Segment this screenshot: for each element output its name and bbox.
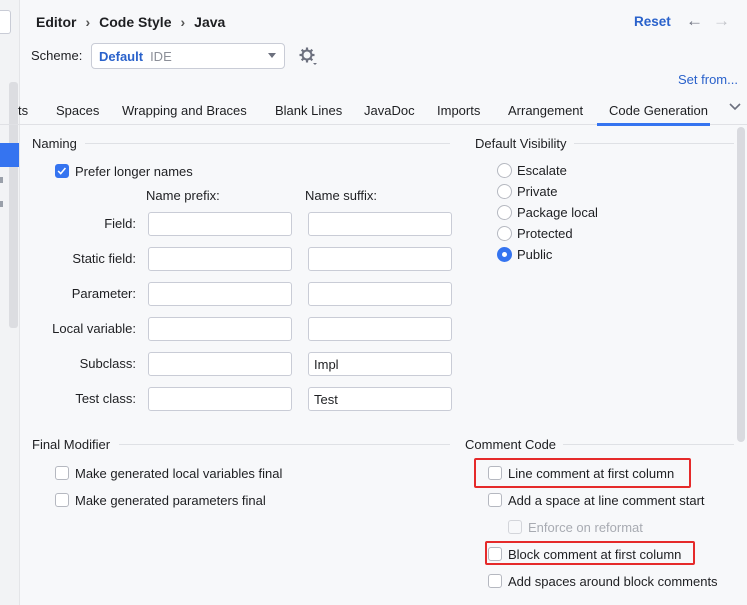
tab-wrapping-and-braces[interactable]: Wrapping and Braces: [122, 103, 247, 118]
block-comment-first-column-checkbox[interactable]: [488, 547, 502, 561]
chevron-down-icon[interactable]: [728, 100, 742, 114]
visibility-option-label: Private: [517, 184, 558, 199]
row-label: Test class:: [75, 391, 136, 406]
local-variable-prefix-input[interactable]: [148, 317, 292, 341]
breadcrumb-item[interactable]: Code Style: [99, 14, 171, 30]
comment-code-title: Comment Code: [465, 437, 557, 452]
divider: [85, 143, 450, 144]
tab-truncated[interactable]: ts: [18, 103, 28, 118]
chevron-right-icon: ›: [180, 14, 186, 30]
prefer-longer-names-label: Prefer longer names: [75, 164, 193, 179]
visibility-option-label: Package local: [517, 205, 598, 220]
enforce-on-reformat-checkbox[interactable]: [508, 520, 522, 534]
tab-bar: ts Spaces Wrapping and Braces Blank Line…: [0, 96, 747, 125]
row-label: Local variable:: [52, 321, 136, 336]
visibility-protected-radio[interactable]: [497, 226, 512, 241]
breadcrumb-item: Java: [194, 14, 226, 30]
breadcrumb: Editor › Code Style › Java: [36, 14, 225, 30]
tab-arrangement[interactable]: Arrangement: [508, 103, 583, 118]
final-local-variables-checkbox[interactable]: [55, 466, 69, 480]
sidebar-selected-item[interactable]: [0, 143, 19, 167]
final-parameters-label: Make generated parameters final: [75, 493, 266, 508]
tab-imports[interactable]: Imports: [437, 103, 480, 118]
spaces-around-block-comments-label: Add spaces around block comments: [508, 574, 718, 589]
divider: [563, 444, 734, 445]
default-visibility-title: Default Visibility: [475, 136, 567, 151]
settings-sidebar: [0, 0, 20, 605]
final-local-variables-label: Make generated local variables final: [75, 466, 283, 481]
test-class-prefix-input[interactable]: [148, 387, 292, 411]
visibility-option-label: Public: [517, 247, 553, 262]
field-suffix-input[interactable]: [308, 212, 452, 236]
scheme-dropdown[interactable]: Default IDE: [91, 43, 285, 69]
breadcrumb-item[interactable]: Editor: [36, 14, 76, 30]
field-prefix-input[interactable]: [148, 212, 292, 236]
divider: [574, 143, 734, 144]
row-label: Subclass:: [79, 356, 136, 371]
naming-title: Naming: [32, 136, 77, 151]
subclass-suffix-input[interactable]: Impl: [308, 352, 452, 376]
tab-javadoc[interactable]: JavaDoc: [364, 103, 415, 118]
final-modifier-title: Final Modifier: [32, 437, 111, 452]
sidebar-tree-marker: [0, 201, 3, 207]
visibility-option-label: Escalate: [517, 163, 567, 178]
set-from-link[interactable]: Set from...: [678, 72, 738, 87]
visibility-package-local-radio[interactable]: [497, 205, 512, 220]
parameter-suffix-input[interactable]: [308, 282, 452, 306]
line-comment-first-column-label: Line comment at first column: [508, 466, 675, 481]
scheme-label: Scheme:: [31, 48, 83, 63]
row-label: Static field:: [72, 251, 136, 266]
content-scrollbar[interactable]: [737, 127, 745, 442]
arrow-right-icon[interactable]: →: [713, 11, 730, 31]
spaces-around-block-comments-checkbox[interactable]: [488, 574, 502, 588]
space-at-line-comment-start-label: Add a space at line comment start: [508, 493, 705, 508]
name-suffix-header: Name suffix:: [305, 188, 378, 203]
block-comment-first-column-label: Block comment at first column: [508, 547, 682, 562]
static-field-prefix-input[interactable]: [148, 247, 292, 271]
sidebar-search-input[interactable]: [0, 10, 11, 34]
chevron-right-icon: ›: [85, 14, 91, 30]
local-variable-suffix-input[interactable]: [308, 317, 452, 341]
check-icon: [57, 167, 67, 175]
subclass-prefix-input[interactable]: [148, 352, 292, 376]
divider: [119, 444, 450, 445]
row-label: Field:: [104, 216, 136, 231]
chevron-down-icon: [268, 53, 276, 58]
visibility-private-radio[interactable]: [497, 184, 512, 199]
static-field-suffix-input[interactable]: [308, 247, 452, 271]
name-prefix-header: Name prefix:: [146, 188, 220, 203]
scheme-name: Default: [99, 48, 144, 64]
tab-spaces[interactable]: Spaces: [56, 103, 99, 118]
enforce-on-reformat-label: Enforce on reformat: [528, 520, 643, 535]
selected-tab-indicator: [597, 123, 710, 126]
prefer-longer-names-checkbox[interactable]: [55, 164, 69, 178]
visibility-escalate-radio[interactable]: [497, 163, 512, 178]
final-parameters-checkbox[interactable]: [55, 493, 69, 507]
tab-code-generation[interactable]: Code Generation: [609, 103, 708, 118]
space-at-line-comment-start-checkbox[interactable]: [488, 493, 502, 507]
scheme-kind: IDE: [150, 48, 172, 64]
row-label: Parameter:: [71, 286, 136, 301]
visibility-public-radio[interactable]: [497, 247, 512, 262]
parameter-prefix-input[interactable]: [148, 282, 292, 306]
gear-icon[interactable]: [298, 46, 318, 66]
arrow-left-icon[interactable]: ←: [686, 11, 703, 31]
test-class-suffix-input[interactable]: Test: [308, 387, 452, 411]
line-comment-first-column-checkbox[interactable]: [488, 466, 502, 480]
reset-link[interactable]: Reset: [634, 14, 671, 29]
visibility-option-label: Protected: [517, 226, 573, 241]
sidebar-tree-marker: [0, 177, 3, 183]
tab-blank-lines[interactable]: Blank Lines: [275, 103, 342, 118]
